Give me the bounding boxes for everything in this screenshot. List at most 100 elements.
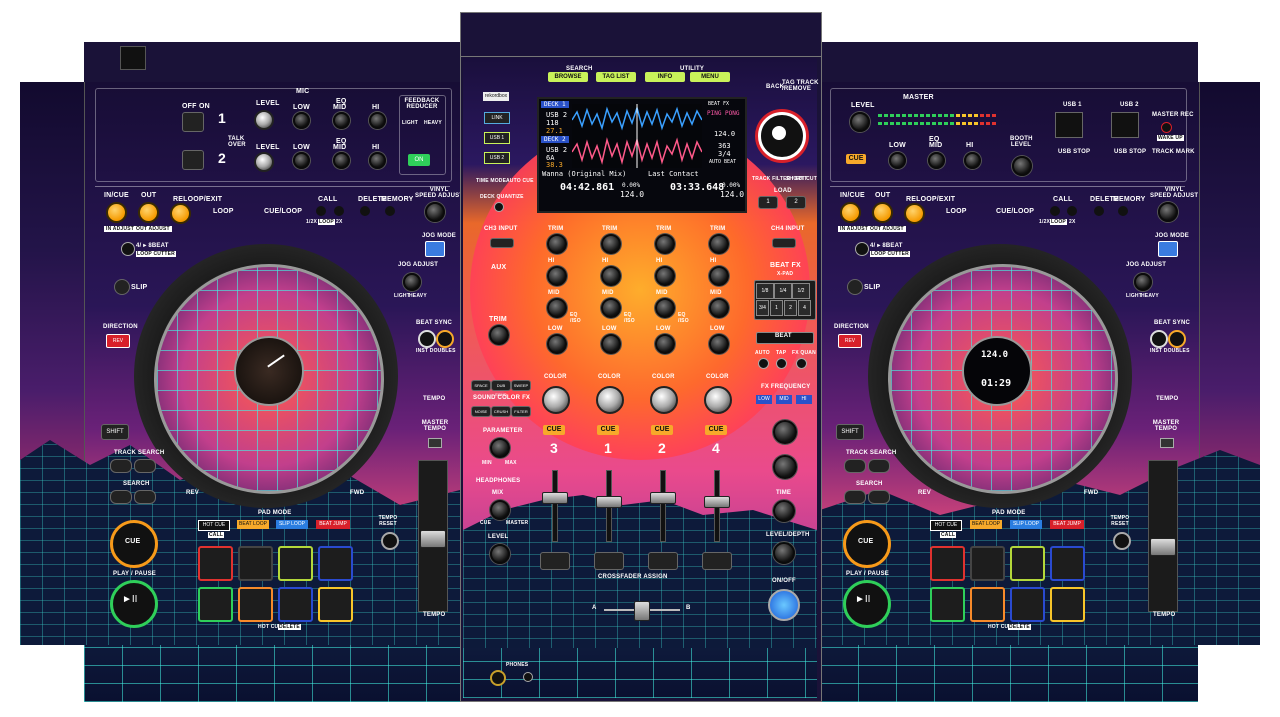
master-mid-knob[interactable] bbox=[928, 152, 945, 169]
right-track-search-next[interactable] bbox=[868, 459, 890, 473]
x-pad-cell[interactable]: 1 bbox=[770, 300, 783, 316]
left-beat-jump-mode[interactable]: BEAT JUMP bbox=[316, 520, 350, 529]
right-delete-button[interactable] bbox=[1094, 206, 1104, 216]
ch4-fader-cap[interactable] bbox=[704, 496, 730, 508]
level-depth-knob[interactable] bbox=[773, 542, 795, 564]
right-beat-sync-button[interactable] bbox=[1150, 330, 1168, 348]
ch2-color-knob[interactable] bbox=[650, 386, 678, 414]
sweep-fx-button[interactable]: SWEEP bbox=[511, 380, 531, 391]
phones-jack-large[interactable] bbox=[490, 670, 506, 686]
fx-hi-button[interactable]: HI bbox=[796, 395, 812, 404]
crush-fx-button[interactable]: CRUSH bbox=[491, 406, 511, 417]
left-call-next-button[interactable] bbox=[334, 206, 344, 216]
left-beat-sync-button[interactable] bbox=[418, 330, 436, 348]
right-call-prev-button[interactable] bbox=[1050, 206, 1060, 216]
ch4-crossfader-assign[interactable] bbox=[702, 552, 732, 570]
ch2-hi-knob[interactable] bbox=[655, 266, 675, 286]
right-out-button[interactable] bbox=[872, 202, 893, 223]
left-jog-adjust-knob[interactable] bbox=[403, 273, 421, 291]
hp-mix-knob[interactable] bbox=[490, 500, 510, 520]
mic2-mid-knob[interactable] bbox=[333, 152, 350, 169]
ch4-trim-knob[interactable] bbox=[709, 234, 729, 254]
right-rev-button[interactable]: REV bbox=[838, 334, 862, 348]
right-vinyl-speed-knob[interactable] bbox=[1158, 202, 1178, 222]
ch1-mid-knob[interactable] bbox=[601, 298, 621, 318]
ch2-cue-button[interactable]: CUE bbox=[651, 425, 673, 435]
right-pad-4[interactable] bbox=[1050, 546, 1085, 581]
mic1-switch[interactable] bbox=[182, 112, 204, 132]
x-pad-cell[interactable]: 1/4 bbox=[774, 283, 792, 299]
parameter-knob[interactable] bbox=[490, 438, 510, 458]
fx-low-button[interactable]: LOW bbox=[756, 395, 772, 404]
ch2-mid-knob[interactable] bbox=[655, 298, 675, 318]
left-sync-master-button[interactable] bbox=[436, 330, 454, 348]
left-pad-5[interactable] bbox=[198, 587, 233, 622]
ch2-crossfader-assign[interactable] bbox=[648, 552, 678, 570]
filter-fx-button[interactable]: FILTER bbox=[511, 406, 531, 417]
ch3-low-knob[interactable] bbox=[547, 334, 567, 354]
mic2-level-knob[interactable] bbox=[254, 152, 274, 172]
fx-select-knob-2[interactable] bbox=[773, 455, 797, 479]
feedback-on-button[interactable]: ON bbox=[408, 154, 430, 166]
mic1-low-knob[interactable] bbox=[293, 112, 310, 129]
left-tempo-fader-cap[interactable] bbox=[420, 530, 446, 548]
fx-mid-button[interactable]: MID bbox=[776, 395, 792, 404]
left-in-cue-button[interactable] bbox=[106, 202, 127, 223]
fx-select-knob-1[interactable] bbox=[773, 420, 797, 444]
left-search-fwd[interactable] bbox=[134, 490, 156, 504]
ch2-fader-cap[interactable] bbox=[650, 492, 676, 504]
right-beat-loop-button[interactable] bbox=[855, 242, 869, 256]
x-pad-cell[interactable]: 4 bbox=[798, 300, 811, 316]
right-track-search-prev[interactable] bbox=[844, 459, 866, 473]
left-slip-button[interactable] bbox=[114, 279, 130, 295]
right-slip-button[interactable] bbox=[847, 279, 863, 295]
crossfader-cap[interactable] bbox=[634, 601, 650, 621]
noise-fx-button[interactable]: NOISE bbox=[471, 406, 491, 417]
usb2-source-button[interactable]: USB 2 bbox=[484, 152, 510, 164]
right-pad-6[interactable] bbox=[970, 587, 1005, 622]
dub-echo-fx-button[interactable]: DUB ECHO bbox=[491, 380, 511, 397]
ch3-hi-knob[interactable] bbox=[547, 266, 567, 286]
info-button[interactable]: INFO bbox=[645, 72, 685, 82]
left-vinyl-speed-knob[interactable] bbox=[425, 202, 445, 222]
tap-button[interactable] bbox=[776, 358, 787, 369]
left-beat-loop-mode[interactable]: BEAT LOOP bbox=[237, 520, 269, 529]
right-shift-button[interactable]: SHIFT bbox=[836, 424, 864, 440]
left-jog-mode-button[interactable] bbox=[425, 241, 445, 257]
right-reloop-button[interactable] bbox=[904, 203, 925, 224]
left-pad-6[interactable] bbox=[238, 587, 273, 622]
ch1-hi-knob[interactable] bbox=[601, 266, 621, 286]
right-in-cue-button[interactable] bbox=[840, 202, 861, 223]
aux-trim-knob[interactable] bbox=[489, 325, 509, 345]
right-pad-7[interactable] bbox=[1010, 587, 1045, 622]
load-deck1-button[interactable]: 1 bbox=[758, 196, 778, 209]
left-pad-4[interactable] bbox=[318, 546, 353, 581]
ch3-color-knob[interactable] bbox=[542, 386, 570, 414]
ch1-trim-knob[interactable] bbox=[601, 234, 621, 254]
master-cue-button[interactable]: CUE bbox=[846, 154, 866, 164]
right-pad-1[interactable] bbox=[930, 546, 965, 581]
ch1-color-knob[interactable] bbox=[596, 386, 624, 414]
right-beat-loop-mode[interactable]: BEAT LOOP bbox=[970, 520, 1002, 529]
right-pad-3[interactable] bbox=[1010, 546, 1045, 581]
right-beat-jump-mode[interactable]: BEAT JUMP bbox=[1050, 520, 1084, 529]
mic1-level-knob[interactable] bbox=[254, 110, 274, 130]
left-beat-loop-button[interactable] bbox=[121, 242, 135, 256]
menu-button[interactable]: MENU bbox=[690, 72, 730, 82]
left-out-button[interactable] bbox=[138, 202, 159, 223]
left-reloop-button[interactable] bbox=[170, 203, 191, 224]
ch4-cue-button[interactable]: CUE bbox=[705, 425, 727, 435]
left-track-search-prev[interactable] bbox=[110, 459, 132, 473]
left-hot-cue-mode[interactable]: HOT CUE bbox=[198, 520, 230, 531]
right-pad-2[interactable] bbox=[970, 546, 1005, 581]
load-deck2-button[interactable]: 2 bbox=[786, 196, 806, 209]
right-pad-5[interactable] bbox=[930, 587, 965, 622]
ch1-crossfader-assign[interactable] bbox=[594, 552, 624, 570]
ch4-hi-knob[interactable] bbox=[709, 266, 729, 286]
usb2-port[interactable] bbox=[1111, 112, 1139, 138]
mic2-switch[interactable] bbox=[182, 150, 204, 170]
right-tempo-reset-button[interactable] bbox=[1113, 532, 1131, 550]
right-hot-cue-mode[interactable]: HOT CUE bbox=[930, 520, 962, 531]
mic1-hi-knob[interactable] bbox=[369, 112, 386, 129]
ch3-input-switch[interactable] bbox=[490, 238, 514, 248]
